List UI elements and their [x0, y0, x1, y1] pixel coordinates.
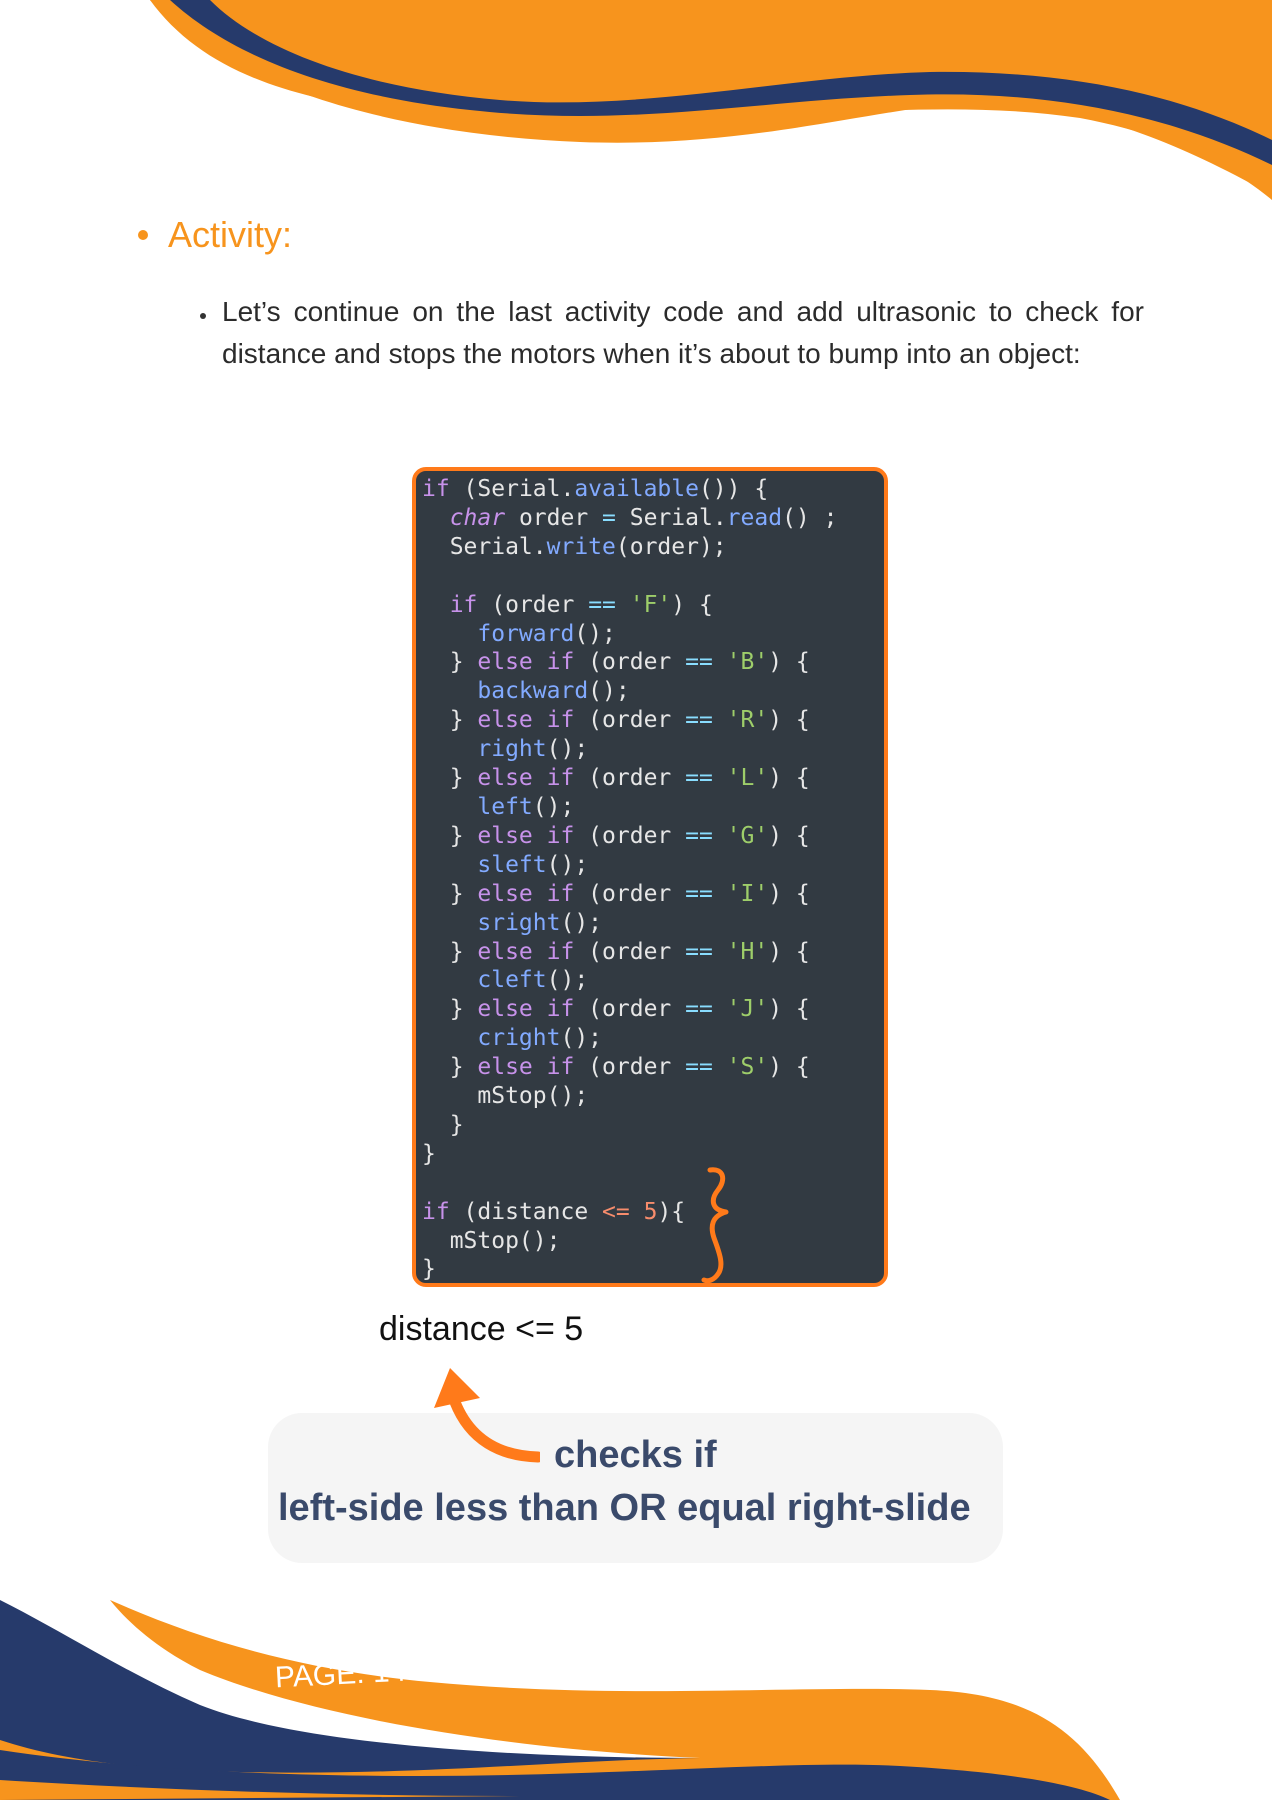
code-line-20: cright(); — [477, 1025, 603, 1052]
note-line-2: left-side less than OR equal right-slide — [278, 1487, 971, 1529]
intro-bullet — [200, 313, 206, 319]
code-line-27: mStop(); — [422, 1227, 561, 1254]
code-line-23: } — [422, 1111, 464, 1138]
code-block: if (Serial.available()) { char order = S… — [412, 467, 888, 1287]
code-line-22: mStop(); — [422, 1083, 589, 1110]
bottom-wave-decoration — [0, 1600, 1120, 1800]
code-line-11: } else if (order == 'L') { — [422, 765, 810, 792]
activity-heading-text: Activity: — [168, 214, 293, 255]
code-line-15: } else if (order == 'I') { — [422, 880, 810, 907]
code-line-5: if (order == 'F') { — [449, 591, 713, 618]
top-wave-decoration — [150, 0, 1272, 200]
intro-bullet-item: Let’s continue on the last activity code… — [200, 291, 1144, 375]
code-line-12: left(); — [477, 793, 575, 820]
note-line-1: checks if — [554, 1434, 717, 1476]
expression-label: distance <= 5 — [379, 1310, 584, 1348]
code-line-18: cleft(); — [477, 967, 589, 994]
code-listing: if (Serial.available()) { char order = S… — [416, 471, 884, 1283]
code-line-13: } else if (order == 'G') { — [422, 822, 810, 849]
code-line-6: forward(); — [477, 620, 616, 647]
code-line-2: char order = Serial.read() ; — [449, 504, 838, 531]
code-line-8: backward(); — [477, 678, 630, 705]
code-line-1: if (Serial.available()) { — [422, 476, 769, 502]
heading-bullet — [138, 230, 148, 240]
code-line-26: if (distance <= 5){ — [422, 1198, 686, 1225]
code-line-19: } else if (order == 'J') { — [422, 996, 810, 1023]
curly-brace-icon — [701, 1167, 729, 1284]
code-line-21: } else if (order == 'S') { — [422, 1054, 810, 1081]
code-line-16: sright(); — [477, 909, 603, 936]
code-line-9: } else if (order == 'R') { — [422, 707, 810, 734]
code-line-24: } — [422, 1140, 436, 1167]
code-line-14: sleft(); — [477, 851, 589, 878]
code-line-17: } else if (order == 'H') { — [422, 938, 810, 965]
curved-arrow-icon — [434, 1368, 540, 1463]
code-line-10: right(); — [477, 736, 589, 763]
intro-paragraph: Let’s continue on the last activity code… — [222, 296, 1144, 369]
activity-heading: Activity: — [138, 214, 292, 256]
code-line-28: } — [422, 1256, 436, 1283]
code-line-3: Serial.write(order); — [422, 533, 727, 560]
code-line-7: } else if (order == 'B') { — [422, 649, 810, 676]
page-number: PAGE: 14 — [274, 1654, 407, 1695]
